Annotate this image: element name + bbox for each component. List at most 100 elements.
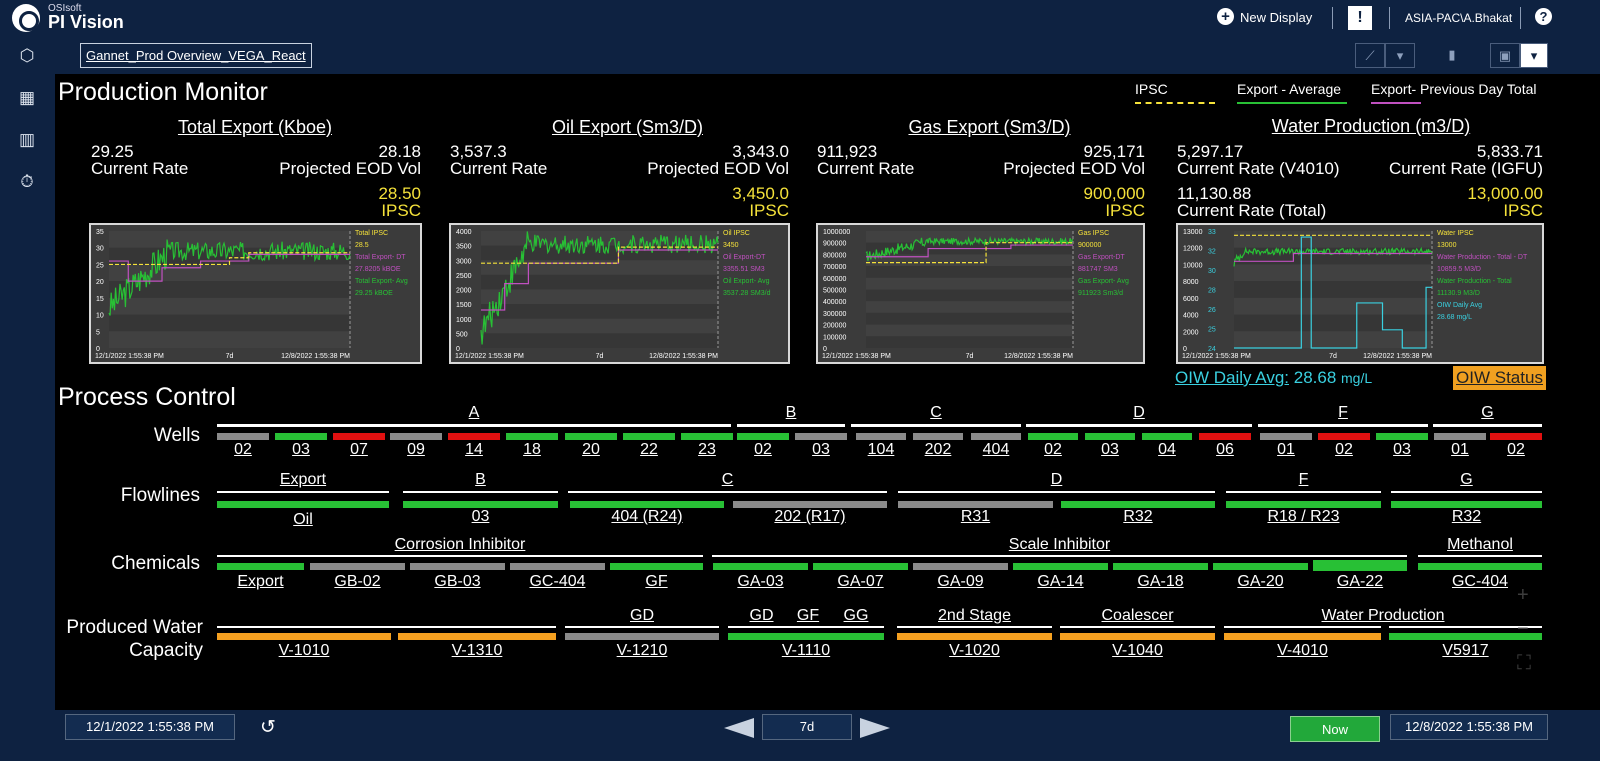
flowline-status-bar[interactable] (403, 501, 558, 508)
well-status-bar[interactable] (623, 433, 675, 440)
well-link[interactable]: 104 (852, 441, 910, 459)
display-name-field[interactable]: Gannet_Prod Overview_VEGA_React (80, 43, 312, 68)
well-link[interactable]: 404 (967, 441, 1025, 459)
produced-water-group[interactable]: GD (748, 607, 775, 625)
well-link[interactable]: 18 (502, 441, 562, 459)
chemical-link[interactable]: GA-07 (807, 573, 914, 591)
chemical-status-bar[interactable] (310, 563, 405, 570)
chemical-status-bar[interactable] (713, 563, 808, 570)
now-button[interactable]: Now (1290, 716, 1380, 742)
vessel-link[interactable]: V-1110 (728, 642, 884, 660)
chemical-status-bar[interactable] (1313, 560, 1407, 571)
well-link[interactable]: 02 (1486, 441, 1546, 459)
produced-water-group[interactable]: 2nd Stage (897, 607, 1052, 625)
well-status-bar[interactable] (1085, 433, 1135, 440)
chemical-link[interactable]: Export (211, 573, 310, 591)
well-status-bar[interactable] (275, 433, 327, 440)
well-link[interactable]: 03 (271, 441, 331, 459)
well-status-bar[interactable] (913, 433, 963, 440)
well-status-bar[interactable] (448, 433, 500, 440)
alert-icon[interactable]: ! (1348, 6, 1372, 30)
produced-water-group[interactable]: GF (795, 607, 821, 625)
oil-export-title[interactable]: Oil Export (Sm3/D) (450, 117, 805, 138)
well-link[interactable]: 20 (561, 441, 621, 459)
calculator-icon[interactable]: ▦ (16, 87, 38, 109)
chemical-group[interactable]: Corrosion Inhibitor (217, 536, 703, 554)
well-link[interactable]: 06 (1195, 441, 1255, 459)
vessel-status-bar[interactable] (217, 633, 391, 640)
flowline-link[interactable]: 03 (403, 508, 558, 526)
well-link[interactable]: 02 (1024, 441, 1082, 459)
vessel-status-bar[interactable] (565, 633, 719, 640)
produced-water-group[interactable]: Coalescer (1060, 607, 1215, 625)
save-icon[interactable]: ▣ (1490, 43, 1520, 68)
chemical-link[interactable]: GA-20 (1207, 573, 1314, 591)
save-dropdown-icon[interactable]: ▾ (1520, 43, 1548, 68)
well-status-bar[interactable] (971, 433, 1021, 440)
well-status-bar[interactable] (1376, 433, 1428, 440)
flowline-group[interactable]: D (898, 471, 1215, 489)
well-status-bar[interactable] (681, 433, 733, 440)
chemical-status-bar[interactable] (1418, 563, 1542, 570)
well-status-bar[interactable] (1142, 433, 1192, 440)
zoom-in-icon[interactable]: + (1517, 584, 1529, 607)
vessel-status-bar[interactable] (897, 633, 1052, 640)
well-status-bar[interactable] (333, 433, 385, 440)
duration-field[interactable]: 7d (762, 714, 852, 740)
chemical-status-bar[interactable] (1013, 563, 1108, 570)
chemical-link[interactable]: GA-22 (1307, 573, 1413, 591)
oil-export-trend[interactable]: 4000 3500 3000 2500 2000 1500 1000 500 0 12/1/202… (449, 223, 790, 364)
event-history-icon[interactable]: ⏱ (16, 171, 38, 193)
flowline-link[interactable]: R32 (1061, 508, 1215, 526)
flowline-status-bar[interactable] (898, 501, 1053, 508)
plus-circle-icon[interactable]: + (1217, 8, 1234, 25)
next-period-icon[interactable] (860, 718, 890, 738)
water-production-trend[interactable]: 13000 12000 10000 8000 6000 4000 2000 0 33 32 30 28… (1176, 223, 1544, 364)
well-link[interactable]: 03 (791, 441, 851, 459)
well-link[interactable]: 03 (1081, 441, 1139, 459)
well-status-bar[interactable] (217, 433, 269, 440)
total-export-title[interactable]: Total Export (Kboe) (90, 117, 420, 138)
chemical-status-bar[interactable] (813, 563, 908, 570)
chemical-status-bar[interactable] (1113, 563, 1208, 570)
well-link[interactable]: 03 (1372, 441, 1432, 459)
chemical-status-bar[interactable] (610, 563, 703, 570)
well-link[interactable]: 04 (1138, 441, 1196, 459)
total-export-trend[interactable]: 35 30 25 20 15 10 5 0 12/1/2022 1:55:38 PM 7d 12/8… (89, 223, 422, 364)
flowline-link[interactable]: R32 (1391, 508, 1542, 526)
oiw-daily-avg-label[interactable]: OIW Daily Avg: (1175, 368, 1289, 387)
fit-screen-icon[interactable]: ⛶ (1517, 652, 1531, 675)
well-group-a[interactable]: A (217, 404, 731, 422)
well-link[interactable]: 02 (213, 441, 273, 459)
well-status-bar[interactable] (1028, 433, 1078, 440)
oiw-status-button[interactable]: OIW Status (1453, 366, 1546, 390)
well-status-bar[interactable] (1490, 433, 1542, 440)
cube-icon[interactable]: ⬡ (16, 45, 38, 67)
water-production-title[interactable]: Water Production (m3/D) (1177, 116, 1565, 137)
well-link[interactable]: 02 (733, 441, 793, 459)
well-link[interactable]: 14 (444, 441, 504, 459)
previous-period-icon[interactable] (724, 718, 754, 738)
vessel-status-bar[interactable] (1060, 633, 1215, 640)
gas-export-title[interactable]: Gas Export (Sm3/D) (817, 117, 1162, 138)
chemical-link[interactable]: GF (604, 573, 709, 591)
end-time-field[interactable]: 12/8/2022 1:55:38 PM (1390, 714, 1548, 740)
flowline-status-bar[interactable] (733, 501, 887, 508)
flowline-link[interactable]: Oil (217, 511, 389, 529)
vessel-link[interactable]: V-1040 (1060, 642, 1215, 660)
flowline-status-bar[interactable] (1061, 501, 1215, 508)
produced-water-group[interactable]: Water Production (1224, 607, 1542, 625)
well-group-f[interactable]: F (1258, 404, 1428, 422)
well-link[interactable]: 23 (677, 441, 737, 459)
flowline-link[interactable]: 202 (R17) (733, 508, 887, 526)
chemical-link[interactable]: GA-14 (1007, 573, 1114, 591)
vessel-status-bar[interactable] (398, 633, 556, 640)
well-group-c[interactable]: C (851, 404, 1021, 422)
flowline-status-bar[interactable] (570, 501, 724, 508)
chemical-status-bar[interactable] (913, 563, 1008, 570)
well-status-bar[interactable] (737, 433, 789, 440)
flowline-link[interactable]: R18 / R23 (1226, 508, 1381, 526)
well-link[interactable]: 01 (1430, 441, 1490, 459)
trend-icon[interactable]: ⟋ (1355, 43, 1385, 68)
vessel-link[interactable]: V-1310 (398, 642, 556, 660)
